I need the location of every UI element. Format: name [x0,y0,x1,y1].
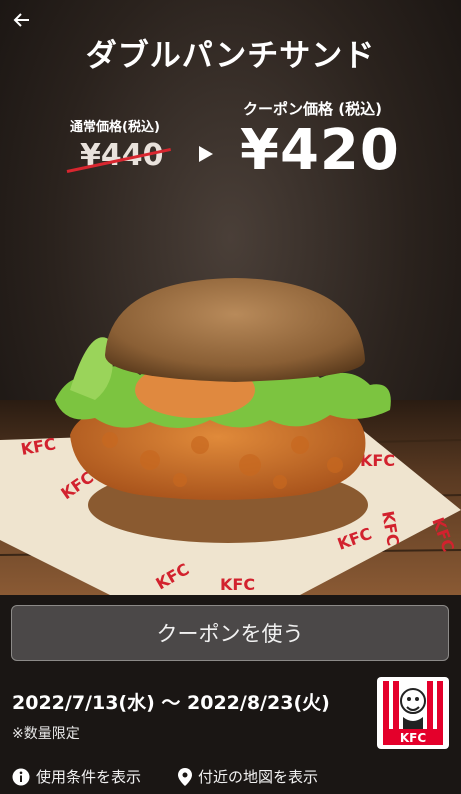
page-title: ダブルパンチサンド [85,38,376,74]
quantity-limit-note: ※数量限定 [12,726,80,742]
terms-link[interactable]: 使用条件を表示 [12,766,141,787]
coupon-price-label: クーポン価格 (税込) [243,100,382,118]
triangle-right-icon [199,146,213,162]
burger-image: KFC KFC KFC KFC KFC KFC KFC KFC [0,278,461,595]
hero-image: KFC KFC KFC KFC KFC KFC KFC KFC [0,0,461,595]
svg-text:KFC: KFC [360,451,395,470]
nearby-map-link-label: 付近の地図を表示 [198,768,319,786]
coupon-price: ¥420 [240,118,400,183]
kfc-logo: KFC [377,677,449,749]
use-coupon-button[interactable]: クーポンを使う [11,605,449,661]
regular-price: ¥440 [80,138,164,173]
regular-price-label: 通常価格(税込) [70,120,160,135]
map-pin-icon [178,767,192,786]
svg-text:KFC: KFC [220,575,255,594]
back-button[interactable] [10,8,34,32]
terms-link-label: 使用条件を表示 [36,768,142,786]
arrow-left-icon [13,13,29,27]
validity-period: 2022/7/13(水) 〜 2022/8/23(火) [12,692,330,714]
info-icon [12,768,30,785]
svg-text:KFC: KFC [400,731,426,745]
nearby-map-link[interactable]: 付近の地図を表示 [178,766,318,787]
